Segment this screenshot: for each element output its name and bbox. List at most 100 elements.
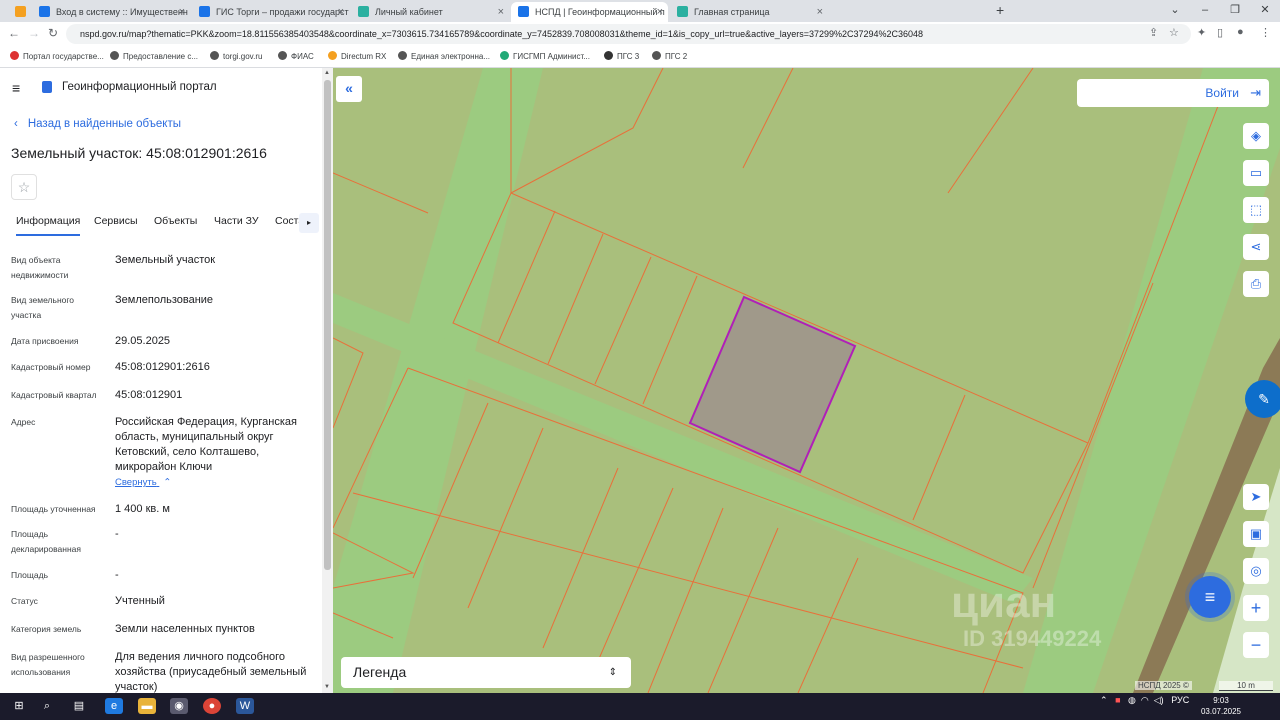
scroll-down-icon[interactable]: ▼ (324, 684, 330, 690)
object-info-panel: ≡ Геоинформационный портал ‹ Назад в найд… (0, 68, 333, 693)
tab-objects[interactable]: Объекты (154, 215, 197, 227)
favorite-star-icon[interactable]: ☆ (11, 174, 37, 200)
bookmark-item[interactable]: Предоставление с... (110, 51, 198, 61)
zoom-in-button[interactable]: + (1243, 595, 1269, 621)
collapse-address-link[interactable]: Свернуть ⌃ (115, 477, 171, 488)
bookmark-favicon-icon (398, 51, 407, 60)
tray-chevron-icon[interactable]: ⌃ (1100, 695, 1108, 705)
bookmark-item[interactable]: Единая электронна... (398, 51, 490, 61)
tab-close-icon[interactable]: × (498, 2, 504, 22)
window-controls: ⌄ – ❐ ✕ (1160, 0, 1280, 22)
profile-icon[interactable]: ● (1237, 26, 1244, 38)
back-to-results-link[interactable]: ‹ Назад в найденные объекты (14, 118, 181, 130)
tabs-next-icon[interactable]: ▸ (299, 213, 319, 233)
bookmarks-bar: Портал государстве... Предоставление с...… (0, 46, 1280, 68)
forward-icon[interactable]: → (28, 26, 40, 40)
tab-close-icon[interactable]: × (338, 2, 344, 22)
tab-close-icon[interactable]: × (179, 2, 185, 22)
browser-tab[interactable]: НСПД | Геоинформационный п × (511, 2, 668, 22)
scroll-up-icon[interactable]: ▲ (324, 70, 330, 76)
browser-tab[interactable]: Главная страница × (670, 2, 828, 22)
map-copyright: НСПД 2025 © (1135, 681, 1192, 690)
sidepanel-icon[interactable]: ▯ (1217, 26, 1223, 39)
app-icon[interactable]: ◉ (170, 698, 188, 714)
field-label: Категория земель (11, 624, 82, 634)
network-icon[interactable]: ◍ (1128, 695, 1136, 705)
file-explorer-icon[interactable]: ▬ (138, 698, 156, 714)
ruler-icon[interactable]: ▭ (1243, 160, 1269, 186)
new-tab-button[interactable]: + (996, 2, 1004, 18)
print-icon[interactable]: ⎙ (1243, 271, 1269, 297)
layers-icon[interactable]: ◈ (1243, 123, 1269, 149)
bookmark-item[interactable]: Портал государстве... (10, 51, 104, 61)
minimize-button[interactable]: – (1190, 0, 1220, 22)
zoom-out-button[interactable]: − (1243, 632, 1269, 658)
system-tray: ⌃ ■ ◍ ◠ ◁) РУС (1100, 695, 1189, 706)
bookmark-label: Единая электронна... (411, 52, 491, 61)
menu-icon[interactable]: ⋮ (1260, 26, 1271, 39)
cadastral-map[interactable] (333, 68, 1280, 693)
windows-taskbar: ⊞ ⌕ ▤ e ▬ ◉ ● W ⌃ ■ ◍ ◠ ◁) РУС 9:03 03.0… (0, 693, 1280, 720)
panel-scroll-thumb[interactable] (324, 80, 331, 570)
tab-search-icon[interactable]: ⌄ (1160, 0, 1190, 22)
word-icon[interactable]: W (236, 698, 254, 714)
restore-button[interactable]: ❐ (1220, 0, 1250, 22)
bookmark-item[interactable]: ФИАС (278, 51, 314, 61)
tab-close-icon[interactable]: × (817, 2, 823, 22)
task-view-icon[interactable]: ▤ (70, 698, 88, 714)
tab-info[interactable]: Информация (16, 215, 81, 236)
tab-composition[interactable]: Состав (275, 215, 299, 227)
search-icon[interactable]: ⌕ (38, 698, 56, 714)
search-location-icon[interactable]: ◎ (1243, 558, 1269, 584)
field-label: Площадь (11, 570, 49, 580)
bookmark-favicon-icon (10, 51, 19, 60)
tab-services[interactable]: Сервисы (94, 215, 138, 227)
portal-title[interactable]: Геоинформационный портал (62, 81, 217, 93)
map-scale: 10 m (1219, 681, 1273, 691)
feedback-widget-icon[interactable]: ✎ (1245, 380, 1280, 418)
volume-icon[interactable]: ◁) (1154, 695, 1164, 705)
tab-title: ГИС Торги – продажи государст (216, 7, 349, 17)
field-label: Вид разрешенного использования (11, 652, 85, 677)
bookmark-item[interactable]: ГИСГМП Админист... (500, 51, 590, 61)
bookmark-item[interactable]: torgi.gov.ru (210, 51, 262, 61)
field-value: 45:08:012901:2616 (115, 361, 210, 373)
map-view[interactable]: циан ID 319449224 « Войти ⇥ ◈ ▭ ⬚ ⋖ ⎙ ✎ ➤… (333, 68, 1280, 693)
login-button[interactable]: Войти ⇥ (1077, 79, 1269, 107)
geolocation-icon[interactable]: ➤ (1243, 484, 1269, 510)
edge-icon[interactable]: e (105, 698, 123, 714)
minimap-icon[interactable]: ▣ (1243, 521, 1269, 547)
wifi-icon[interactable]: ◠ (1141, 695, 1149, 705)
reload-icon[interactable]: ↻ (48, 26, 58, 40)
collapse-panel-button[interactable]: « (336, 76, 362, 102)
tab-parts[interactable]: Части ЗУ (214, 215, 259, 227)
bookmark-star-icon[interactable]: ☆ (1169, 26, 1179, 39)
url-field[interactable]: nspd.gov.ru/map?thematic=PKK&zoom=18.811… (66, 24, 1191, 44)
bookmark-item[interactable]: Directum RX (328, 51, 386, 61)
bookmark-label: ГИСГМП Админист... (513, 52, 590, 61)
select-area-icon[interactable]: ⬚ (1243, 197, 1269, 223)
back-icon[interactable]: ← (8, 26, 20, 40)
field-value: Землепользование (115, 294, 214, 306)
language-indicator[interactable]: РУС (1171, 695, 1189, 705)
chat-bubble-icon[interactable]: ≡ (1189, 576, 1231, 618)
bookmark-item[interactable]: ПГС 2 (652, 51, 687, 61)
tab-close-icon[interactable]: × (657, 2, 663, 22)
field-label: Кадастровый номер (11, 362, 91, 372)
bookmark-item[interactable]: ПГС 3 (604, 51, 639, 61)
tray-app-icon[interactable]: ■ (1115, 695, 1120, 705)
browser-tab[interactable]: Росэлторг - электронная торговая× (8, 2, 30, 22)
chrome-icon[interactable]: ● (203, 698, 221, 714)
hamburger-menu-icon[interactable]: ≡ (12, 81, 20, 95)
extensions-icon[interactable]: ✦ (1197, 26, 1206, 39)
legend-select[interactable]: Легенда ⇕ (341, 657, 631, 688)
share-map-icon[interactable]: ⋖ (1243, 234, 1269, 260)
share-icon[interactable]: ⇪ (1149, 26, 1158, 39)
windows-start-icon[interactable]: ⊞ (10, 698, 28, 714)
browser-tab[interactable]: Личный кабинет × (351, 2, 509, 22)
clock[interactable]: 9:03 03.07.2025 (1200, 695, 1242, 717)
close-window-button[interactable]: ✕ (1250, 0, 1280, 22)
browser-tab[interactable]: ГИС Торги – продажи государст × (192, 2, 349, 22)
browser-tab[interactable]: Вход в систему :: Имущественн × (32, 2, 190, 22)
bookmark-favicon-icon (210, 51, 219, 60)
